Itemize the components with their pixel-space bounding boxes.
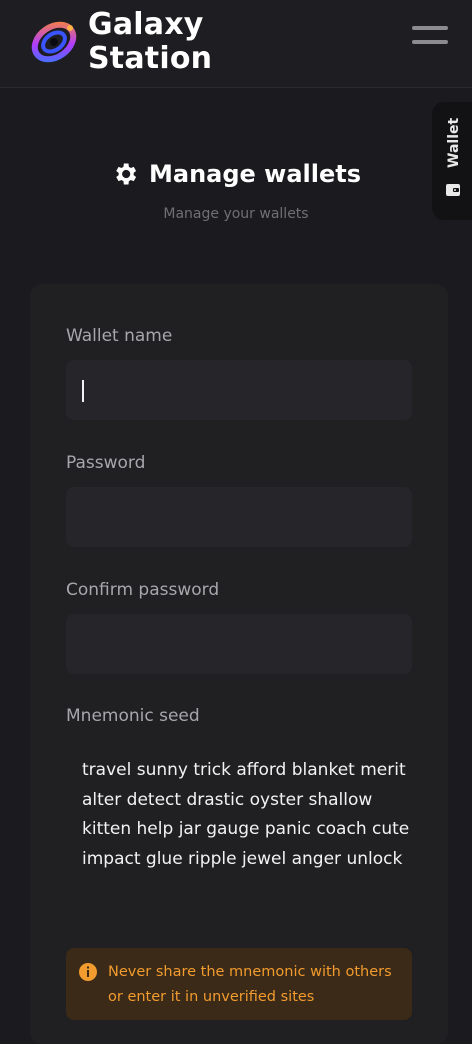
wallet-form-card: Wallet name Password Confirm password Mn… xyxy=(30,284,448,1044)
hamburger-menu-icon[interactable] xyxy=(412,26,450,50)
app-header: Galaxy Station xyxy=(0,0,472,88)
confirm-password-label: Confirm password xyxy=(66,580,220,600)
info-icon xyxy=(79,963,97,981)
confirm-password-input[interactable] xyxy=(66,614,412,674)
brand-line-2: Station xyxy=(88,41,213,76)
mnemonic-warning: Never share the mnemonic with others or … xyxy=(66,948,412,1020)
warning-text: Never share the mnemonic with others or … xyxy=(108,964,392,1005)
wallet-name-label: Wallet name xyxy=(66,326,173,346)
gear-icon xyxy=(116,163,137,185)
galaxy-station-logo[interactable] xyxy=(30,18,78,66)
password-input[interactable] xyxy=(66,487,412,547)
text-caret xyxy=(82,380,84,402)
page-title: Manage wallets xyxy=(0,160,472,192)
mnemonic-seed-label: Mnemonic seed xyxy=(66,706,200,726)
wallet-name-input[interactable] xyxy=(66,360,412,420)
brand-line-1: Galaxy xyxy=(88,7,204,42)
page-subtitle: Manage your wallets xyxy=(163,206,309,222)
brand-name: Galaxy Station xyxy=(88,8,212,76)
mnemonic-seed-text[interactable]: travel sunny trick afford blanket merit … xyxy=(82,756,412,874)
password-label: Password xyxy=(66,453,146,473)
page-title-text: Manage wallets xyxy=(148,160,362,188)
